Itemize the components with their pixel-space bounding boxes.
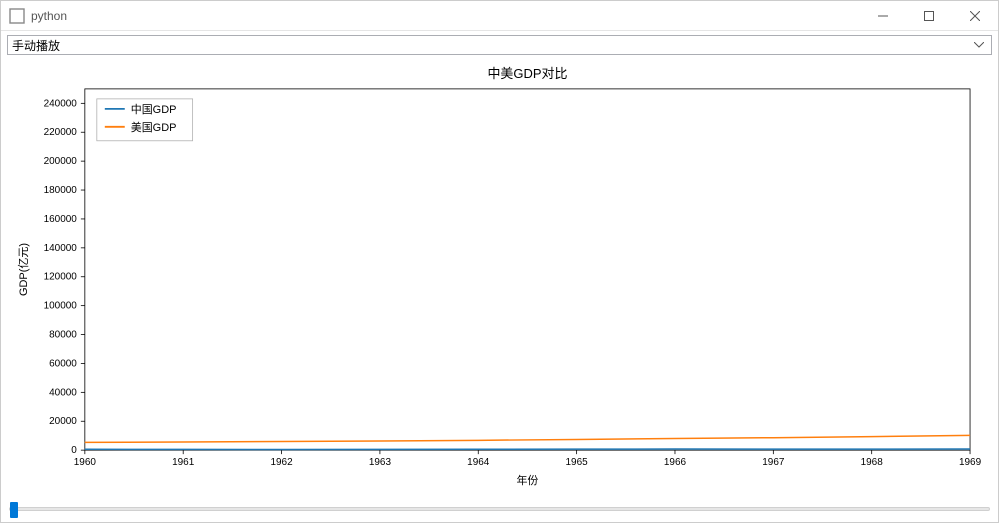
playback-mode-dropdown[interactable]: 手动播放 [7, 35, 992, 55]
svg-text:1963: 1963 [369, 457, 392, 468]
svg-text:中国GDP: 中国GDP [131, 103, 177, 116]
svg-text:1965: 1965 [566, 457, 589, 468]
svg-text:1960: 1960 [74, 457, 97, 468]
app-window: python 手动播放 中美GDP对比 1960 1961 1962 1963 1964 1… [0, 0, 999, 523]
svg-text:200000: 200000 [44, 156, 78, 167]
chart-area: 中美GDP对比 1960 1961 1962 1963 1964 1965 1966 1967 1… [1, 57, 998, 500]
svg-text:140000: 140000 [44, 243, 78, 254]
svg-text:1962: 1962 [270, 457, 293, 468]
close-button[interactable] [952, 1, 998, 31]
svg-text:60000: 60000 [49, 358, 77, 369]
dropdown-selected-text: 手动播放 [12, 37, 971, 54]
svg-text:80000: 80000 [49, 330, 77, 341]
window-title: python [31, 9, 67, 23]
minimize-button[interactable] [860, 1, 906, 31]
svg-text:180000: 180000 [44, 185, 78, 196]
app-icon [9, 8, 25, 24]
svg-text:1964: 1964 [467, 457, 490, 468]
maximize-icon [924, 11, 934, 21]
slider-thumb[interactable] [10, 502, 18, 518]
svg-text:1966: 1966 [664, 457, 687, 468]
chevron-down-icon [971, 36, 987, 54]
timeline-slider[interactable] [9, 507, 990, 511]
svg-text:240000: 240000 [44, 98, 78, 109]
svg-text:1967: 1967 [762, 457, 785, 468]
svg-text:1968: 1968 [861, 457, 884, 468]
svg-text:美国GDP: 美国GDP [131, 121, 177, 134]
svg-text:0: 0 [71, 445, 77, 456]
svg-text:20000: 20000 [49, 416, 77, 427]
svg-text:1961: 1961 [172, 457, 195, 468]
svg-text:GDP(亿元): GDP(亿元) [17, 243, 30, 296]
minimize-icon [878, 11, 888, 21]
svg-text:120000: 120000 [44, 272, 78, 283]
chart-svg: 中美GDP对比 1960 1961 1962 1963 1964 1965 1966 1967 1… [7, 57, 992, 500]
dropdown-row: 手动播放 [1, 31, 998, 57]
svg-text:40000: 40000 [49, 387, 77, 398]
svg-text:中美GDP对比: 中美GDP对比 [487, 66, 567, 81]
close-icon [970, 11, 980, 21]
titlebar: python [1, 1, 998, 31]
svg-text:100000: 100000 [44, 301, 78, 312]
maximize-button[interactable] [906, 1, 952, 31]
svg-text:年份: 年份 [516, 473, 538, 487]
svg-text:220000: 220000 [44, 127, 78, 138]
svg-text:1969: 1969 [959, 457, 982, 468]
slider-row [1, 500, 998, 522]
svg-text:160000: 160000 [44, 214, 78, 225]
